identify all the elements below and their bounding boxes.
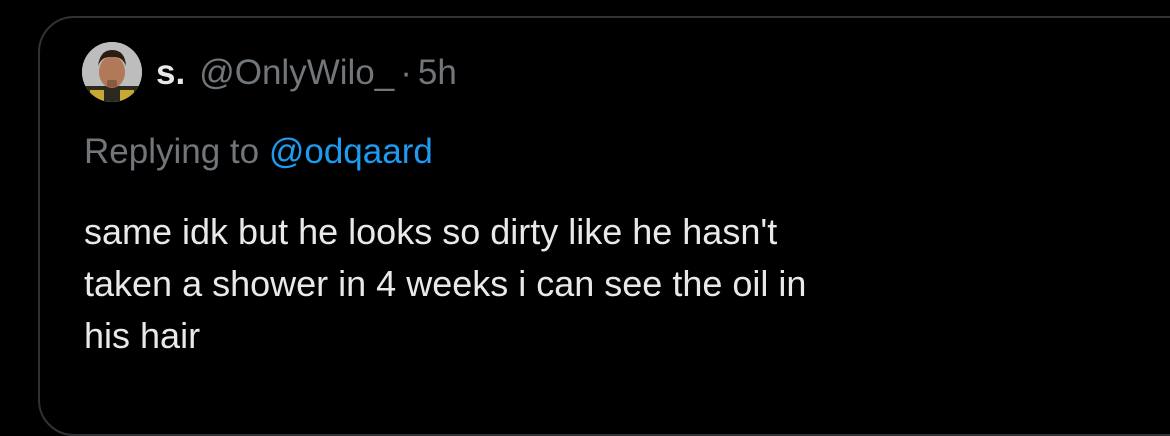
replying-to-label: Replying to <box>84 132 260 171</box>
tweet-header: s. @OnlyWilo_ · 5h <box>156 49 457 97</box>
avatar[interactable] <box>82 42 142 102</box>
replying-to-line: Replying to @odqaard <box>84 127 433 177</box>
user-handle[interactable]: @OnlyWilo_ <box>199 49 394 97</box>
tweet-text-line: taken a shower in 4 weeks i can see the … <box>84 263 807 304</box>
tweet-text-line: same idk but he looks so dirty like he h… <box>84 211 778 252</box>
avatar-image <box>82 42 142 102</box>
display-name[interactable]: s. <box>156 49 185 97</box>
reply-mention-link[interactable]: @odqaard <box>269 132 433 171</box>
timestamp[interactable]: 5h <box>418 49 457 97</box>
tweet-text-line: his hair <box>84 315 201 356</box>
tweet-text: same idk but he looks so dirty like he h… <box>84 206 1124 362</box>
separator-dot: · <box>400 53 412 92</box>
